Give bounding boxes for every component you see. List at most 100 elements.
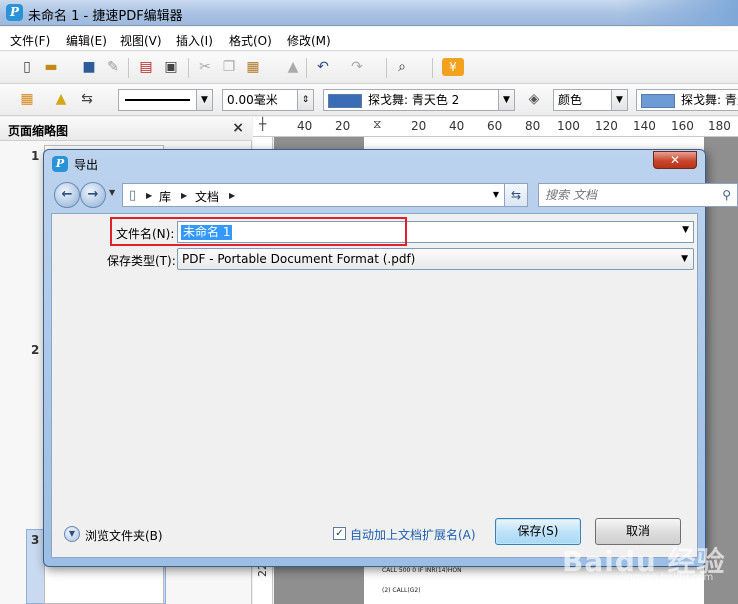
back-arrow-icon[interactable]: ←: [54, 182, 80, 208]
clone-format-icon[interactable]: ▲: [284, 58, 302, 76]
standard-toolbar: ▯ ▬ ■ ✎ ▤ ▣ ✂ ❐ ▦ ▲ ↶ ↷ ⌕ ¥: [0, 52, 738, 84]
ruler-tick: 180: [708, 119, 731, 133]
export-dialog: P 导出 ✕ ← → ▼ ▯ ▶ 库 ▶ 文档 ▶ ▼ ⇆ ⚲ 文件名(N): …: [43, 149, 738, 567]
ruler-tick: 40: [297, 119, 313, 133]
dialog-app-icon: P: [52, 156, 68, 172]
drawing-toolbar: ▦ ▲ ⇆ ▼ 0.00毫米 ⇕ 探戈舞: 青天色 2 ▼ ◈ 颜色 ▼ 探戈舞…: [0, 84, 738, 116]
address-dropdown-icon[interactable]: ▼: [488, 183, 504, 207]
pdf-export-icon[interactable]: ▤: [137, 58, 155, 76]
copy-icon[interactable]: ❐: [220, 58, 238, 76]
new-document-icon[interactable]: ▯: [18, 58, 36, 76]
page-number-3: 3: [31, 533, 40, 547]
color-mode-value: 颜色: [558, 93, 583, 107]
edit-icon[interactable]: ✎: [104, 58, 122, 76]
toolbar-separator: [386, 58, 387, 78]
color-mode-select[interactable]: 颜色 ▼: [553, 89, 628, 111]
ruler-tick: 80: [525, 119, 541, 133]
chevron-down-icon: ▼: [196, 90, 212, 110]
titlebar-glow: [618, 0, 738, 26]
chevron-right-icon[interactable]: ▶: [146, 191, 152, 200]
ruler-tick: 60: [487, 119, 503, 133]
chevron-right-icon[interactable]: ▶: [181, 191, 187, 200]
auto-extension-label[interactable]: 自动加上文档扩展名(A): [350, 526, 476, 543]
filetype-label: 保存类型(T):: [107, 254, 176, 268]
spinner-icon: ⇕: [297, 90, 313, 110]
fill-color-select[interactable]: 探戈舞: 青天色 2 ▼: [323, 89, 515, 111]
document-text-line: (2) CALL(G2): [382, 587, 421, 594]
page-number-1: 1: [31, 149, 40, 163]
filetype-value: PDF - Portable Document Format (.pdf): [182, 252, 416, 266]
refresh-icon[interactable]: ⇆: [504, 183, 528, 207]
menu-file[interactable]: 文件(F): [10, 32, 50, 49]
breadcrumb-library[interactable]: 库: [159, 188, 171, 205]
history-dropdown-icon[interactable]: ▼: [109, 188, 115, 197]
menu-view[interactable]: 视图(V): [120, 32, 162, 49]
chevron-down-icon: ▼: [498, 90, 514, 110]
dialog-titlebar: P 导出 ✕: [44, 150, 705, 178]
app-title: 未命名 1 - 捷速PDF编辑器: [28, 9, 183, 24]
expand-chevron-icon[interactable]: ▼: [64, 526, 80, 542]
chevron-down-icon: ▼: [681, 254, 688, 264]
chevron-down-icon[interactable]: ▼: [682, 225, 689, 235]
annotation-highlight-box: [110, 217, 407, 246]
address-breadcrumb[interactable]: ▯ ▶ 库 ▶ 文档 ▶: [122, 183, 488, 207]
arrow-style-icon[interactable]: ⇆: [78, 90, 96, 108]
undo-icon[interactable]: ↶: [314, 58, 332, 76]
search-box[interactable]: ⚲: [538, 183, 738, 207]
fill-color-name: 探戈舞: 青天色 2: [368, 93, 460, 107]
document-folder-icon: ▯: [129, 188, 137, 203]
paint-bucket-icon[interactable]: ◈: [525, 90, 543, 108]
ruler-indent-marker[interactable]: ⧖: [373, 117, 381, 132]
ruler-tick: 40: [449, 119, 465, 133]
grid-icon[interactable]: ▦: [18, 90, 36, 108]
dialog-body: 文件名(N): 未命名 1 ▼ 保存类型(T): PDF - Portable …: [51, 213, 698, 558]
filetype-select[interactable]: PDF - Portable Document Format (.pdf) ▼: [177, 248, 694, 270]
close-icon[interactable]: ×: [232, 120, 244, 136]
redo-icon[interactable]: ↷: [348, 58, 366, 76]
document-text-line: CALL 500 0 IF INR(14)HON: [382, 567, 462, 574]
zoom-icon[interactable]: ⌕: [393, 58, 411, 76]
checkbox-checked-icon[interactable]: ✓: [333, 527, 346, 540]
line-color-name: 探戈舞: 青天色: [681, 93, 738, 107]
open-folder-icon[interactable]: ▬: [42, 58, 60, 76]
menu-bar: 文件(F) 编辑(E) 视图(V) 插入(I) 格式(O) 修改(M): [0, 27, 738, 51]
line-style-select[interactable]: ▼: [118, 89, 213, 111]
line-color-select[interactable]: 探戈舞: 青天色: [636, 89, 738, 111]
line-width-value: 0.00毫米: [227, 93, 278, 107]
chevron-right-icon[interactable]: ▶: [229, 191, 235, 200]
page-thumbnail-3[interactable]: [44, 565, 164, 604]
highlight-icon[interactable]: ▲: [52, 90, 70, 108]
search-input[interactable]: [545, 187, 715, 203]
menu-format[interactable]: 格式(O): [229, 32, 272, 49]
breadcrumb-documents[interactable]: 文档: [195, 188, 219, 205]
dialog-close-button[interactable]: ✕: [653, 151, 697, 169]
cut-icon[interactable]: ✂: [196, 58, 214, 76]
forward-arrow-icon[interactable]: →: [80, 182, 106, 208]
dialog-title: 导出: [74, 158, 99, 172]
ruler-tick: 140: [633, 119, 656, 133]
page-number-2: 2: [31, 343, 40, 357]
ruler-origin-marker: ┼: [259, 117, 267, 131]
app-titlebar: P 未命名 1 - 捷速PDF编辑器: [0, 0, 738, 26]
save-icon[interactable]: ■: [80, 58, 98, 76]
browse-folders-label[interactable]: 浏览文件夹(B): [85, 527, 163, 544]
toolbar-separator: [432, 58, 433, 78]
line-width-input[interactable]: 0.00毫米 ⇕: [222, 89, 314, 111]
menu-edit[interactable]: 编辑(E): [66, 32, 107, 49]
menu-modify[interactable]: 修改(M): [287, 32, 331, 49]
print-icon[interactable]: ▣: [162, 58, 180, 76]
ruler-tick: 160: [671, 119, 694, 133]
ruler-tick: 20: [411, 119, 427, 133]
toolbar-separator: [188, 58, 189, 78]
menu-insert[interactable]: 插入(I): [176, 32, 213, 49]
ruler-tick: 20: [335, 119, 351, 133]
app-logo-icon: P: [6, 4, 23, 21]
line-style-preview: [125, 99, 190, 101]
ruler-tick: 100: [557, 119, 580, 133]
purchase-icon[interactable]: ¥: [442, 58, 464, 76]
thumbnail-panel-title: 页面缩略图: [8, 124, 69, 138]
ruler-tick: 120: [595, 119, 618, 133]
search-icon[interactable]: ⚲: [722, 188, 731, 202]
thumbnail-panel-header: 页面缩略图 ×: [0, 117, 252, 141]
paste-icon[interactable]: ▦: [244, 58, 262, 76]
